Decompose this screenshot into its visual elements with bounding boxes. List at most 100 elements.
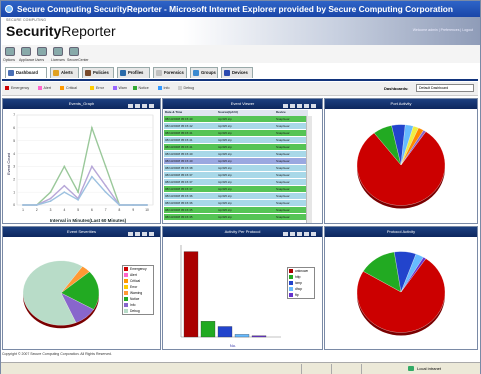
y-axis-label: Event Count [6, 152, 11, 175]
tab-label: Policies [93, 70, 109, 75]
severity-filter-warn[interactable]: Warn [112, 86, 127, 90]
panel-tools[interactable] [281, 230, 316, 236]
tab-alerts[interactable]: Alerts [50, 67, 79, 78]
toolbar-item-label: Licenses [51, 58, 65, 62]
ie-zone: Local intranet [417, 366, 442, 371]
table-row[interactable]: 08/13/2008 05:15:40 tcp/0/0.tcp SnapGear [164, 116, 308, 123]
tab-groups[interactable]: Groups [190, 67, 218, 78]
licenses-icon[interactable] [53, 47, 63, 56]
cell-date: 08/13/2008 05:15:40 [165, 152, 193, 156]
cell-date: 08/13/2008 05:15:41 [165, 131, 193, 135]
legend-label: Emergency [130, 267, 147, 271]
header-links[interactable]: Welcome admin | Preferences | Logout [413, 28, 473, 32]
legend-label: Critical [130, 279, 141, 283]
col-date: Date & Time [165, 110, 183, 114]
tab-icon [8, 70, 14, 76]
table-row[interactable]: 08/13/2008 05:15:40 tcp/0/0.tcp SnapGear [164, 158, 308, 165]
table-row[interactable]: 08/13/2008 05:15:35 tcp/0/0.tcp SnapGear [164, 207, 308, 214]
cell-device: SnapGear [276, 194, 290, 198]
severity-filter-info[interactable]: Info [157, 86, 170, 90]
panel-header: Activity Per Protocol [163, 227, 322, 237]
severity-swatch [157, 86, 162, 90]
panel-title: Events_Graph [68, 101, 95, 106]
table-row[interactable]: 08/13/2008 05:15:35 tcp/0/0.tcp SnapGear [164, 214, 308, 221]
panel-tools[interactable] [126, 102, 154, 108]
panel-title: Activity Per Protocol [224, 229, 261, 234]
series-point [90, 175, 93, 178]
y-tick-label: 5 [13, 139, 15, 143]
window-title: Secure Computing SecurityReporter - Micr… [17, 4, 454, 14]
bar-x-label: No. [230, 343, 236, 348]
tab-devices[interactable]: Devices [221, 67, 253, 78]
tab-label: Profiles [128, 70, 144, 75]
copyright-text: Copyright © 2007 Secure Computing Corpor… [2, 352, 112, 356]
x-tick-label: 6 [91, 208, 93, 212]
table-row[interactable]: 08/13/2008 05:15:37 tcp/0/0.tcp SnapGear [164, 172, 308, 179]
toolbar-item-label: Options [3, 58, 16, 62]
severity-filter-critical[interactable]: Critical [60, 86, 77, 90]
tab-label: Dashboard [16, 70, 38, 75]
cell-device: SnapGear [276, 145, 290, 149]
y-tick-label: 4 [13, 152, 15, 156]
table-row[interactable]: 08/13/2008 05:15:37 tcp/0/0.tcp SnapGear [164, 186, 308, 193]
severity-swatch [177, 86, 182, 90]
severity-label: Alert [43, 86, 51, 90]
legend-label: icmp [295, 281, 302, 285]
severity-swatch [90, 86, 94, 90]
cell-device: SnapGear [276, 117, 290, 121]
tab-dashboard[interactable]: Dashboard [5, 67, 47, 78]
table-row[interactable]: 08/13/2008 05:15:38 tcp/0/0.tcp SnapGear [164, 165, 308, 172]
y-tick-label: 1 [13, 190, 15, 194]
tab-icon [156, 70, 162, 76]
table-row[interactable]: 08/13/2008 05:15:41 tcp/0/0.tcp SnapGear [164, 144, 308, 151]
table-row[interactable]: 08/13/2008 05:15:42 tcp/0/0.tcp SnapGear [164, 123, 308, 130]
cell-date: 08/13/2008 05:15:37 [165, 180, 193, 184]
securecenter-icon[interactable] [69, 47, 79, 56]
dashboards-select[interactable]: Default Dashboard [416, 84, 474, 92]
tab-forensics[interactable]: Forensics [153, 67, 187, 78]
tab-label: Alerts [61, 70, 73, 75]
table-row[interactable]: 08/13/2008 05:15:36 tcp/0/0.tcp SnapGear [164, 200, 308, 207]
cell-date: 08/13/2008 05:15:40 [165, 117, 193, 121]
cell-source: tcp/0/0.tcp [218, 194, 232, 198]
x-tick-label: 10 [145, 208, 149, 212]
cell-source: tcp/0/0.tcp [218, 215, 232, 219]
severity-swatch [37, 86, 42, 90]
cell-source: tcp/0/0.tcp [218, 117, 232, 121]
table-row[interactable]: 08/13/2008 05:15:41 tcp/0/0.tcp SnapGear [164, 137, 308, 144]
panel-header: Port Activity [325, 99, 477, 109]
severity-filter-alert[interactable]: Alert [37, 86, 51, 90]
product-logo: SecurityReporter [6, 23, 116, 39]
table-row[interactable]: 08/13/2008 05:15:40 tcp/0/0.tcp SnapGear [164, 151, 308, 158]
severity-filter-debug[interactable]: Debug [177, 86, 194, 90]
table-row[interactable]: 08/13/2008 05:15:41 tcp/0/0.tcp SnapGear [164, 130, 308, 137]
options-icon[interactable] [5, 47, 15, 56]
users-icon[interactable] [37, 47, 47, 56]
table-row[interactable]: 08/13/2008 05:15:36 tcp/0/0.tcp SnapGear [164, 193, 308, 200]
protocol-activity-panel: Protocol Activity [324, 226, 478, 350]
cell-date: 08/13/2008 05:15:37 [165, 173, 193, 177]
series-point [77, 191, 80, 194]
dashboards-label: Dashboards: [384, 86, 409, 91]
legend-swatch [124, 273, 128, 277]
tab-policies[interactable]: Policies [82, 67, 114, 78]
x-tick-label: 5 [77, 208, 79, 212]
severity-filter-notice[interactable]: Notice [132, 86, 149, 90]
bar-icmp [217, 326, 233, 338]
legend-swatch [289, 269, 293, 273]
severity-swatch [112, 86, 117, 90]
cell-date: 08/13/2008 05:15:40 [165, 159, 193, 163]
table-scrollbar[interactable] [306, 116, 312, 223]
tab-profiles[interactable]: Profiles [117, 67, 150, 78]
severity-filter-emergency[interactable]: Emergency [5, 86, 29, 90]
x-tick-label: 8 [119, 208, 121, 212]
panel-tools[interactable] [126, 230, 154, 236]
window-titlebar: Secure Computing SecurityReporter - Micr… [1, 1, 480, 17]
appliance-icon[interactable] [21, 47, 31, 56]
cell-device: SnapGear [276, 131, 290, 135]
severity-filter-error[interactable]: Error [90, 86, 104, 90]
table-row[interactable]: 08/13/2008 05:15:37 tcp/0/0.tcp SnapGear [164, 179, 308, 186]
series-point [63, 191, 66, 194]
cell-date: 08/13/2008 05:15:37 [165, 187, 193, 191]
panel-tools[interactable] [281, 102, 316, 108]
